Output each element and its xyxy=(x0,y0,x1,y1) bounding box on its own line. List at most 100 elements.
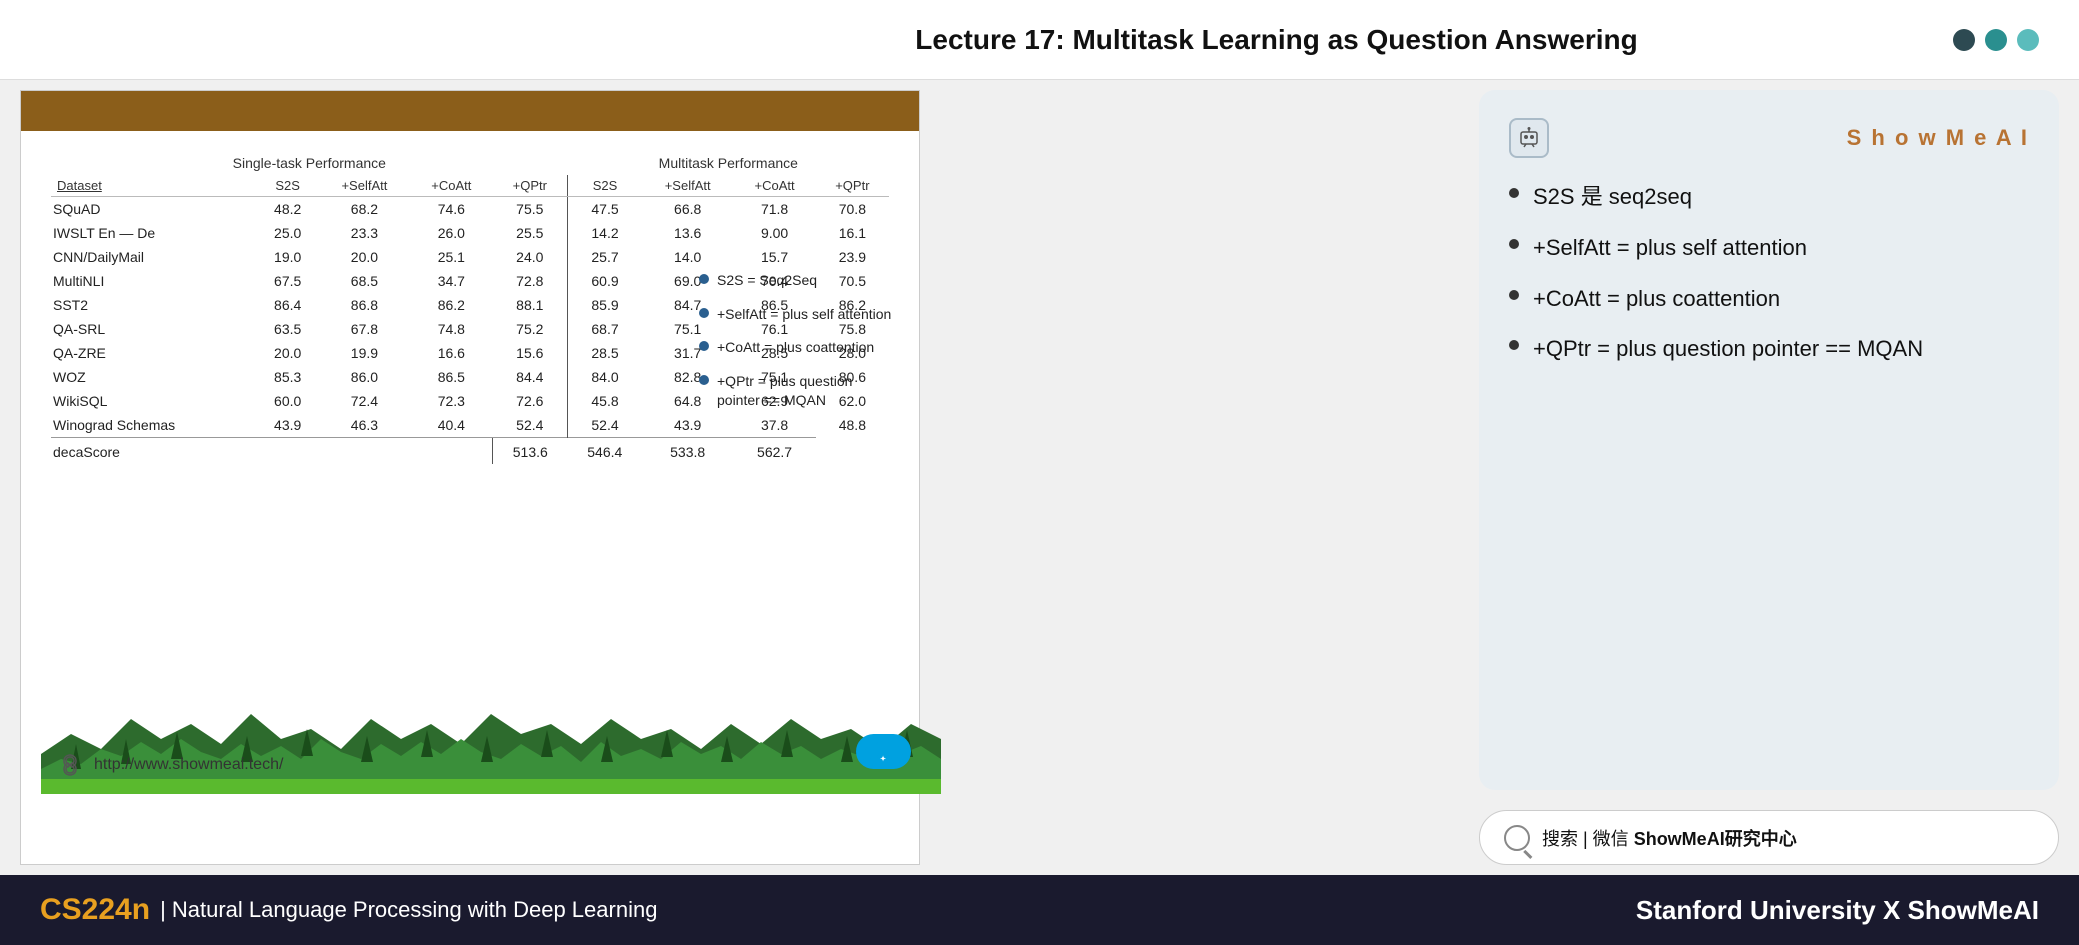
perf-cell: 19.9 xyxy=(319,341,410,365)
link-icon xyxy=(56,751,84,779)
nav-dot-1[interactable] xyxy=(1953,29,1975,51)
robot-icon xyxy=(1517,126,1541,150)
perf-cell: 19.0 xyxy=(257,245,319,269)
perf-cell: 16.1 xyxy=(816,221,889,245)
deca-label: decaScore xyxy=(51,438,492,465)
search-bar[interactable]: 搜索 | 微信 ShowMeAI研究中心 xyxy=(1479,810,2059,865)
legend-item-1: S2S = Seq2Seq xyxy=(699,271,899,291)
perf-cell: 86.5 xyxy=(410,365,492,389)
nav-dot-3[interactable] xyxy=(2017,29,2039,51)
perf-cell: 45.8 xyxy=(568,389,642,413)
col-s2s-1: S2S xyxy=(257,175,319,197)
dataset-name-cell: SST2 xyxy=(51,293,257,317)
perf-cell: 9.00 xyxy=(733,221,815,245)
perf-cell: 23.9 xyxy=(816,245,889,269)
perf-cell: 25.5 xyxy=(492,221,567,245)
perf-cell: 25.0 xyxy=(257,221,319,245)
brand-label: S h o w M e A I xyxy=(1847,125,2029,151)
deca-value: 533.8 xyxy=(642,438,733,465)
footer-left: CS224n | Natural Language Processing wit… xyxy=(40,893,657,927)
bullet-text-2: +SelfAtt = plus self attention xyxy=(1533,233,1807,264)
dataset-name-cell: WOZ xyxy=(51,365,257,389)
col-coatt-1: +CoAtt xyxy=(410,175,492,197)
salesforce-cloud: ✦ xyxy=(856,734,911,769)
perf-cell: 14.0 xyxy=(642,245,733,269)
lecture-title: Lecture 17: Multitask Learning as Questi… xyxy=(315,24,1637,56)
course-name: | Natural Language Processing with Deep … xyxy=(160,897,657,923)
perf-cell: 70.8 xyxy=(816,197,889,222)
perf-cell: 63.5 xyxy=(257,317,319,341)
perf-cell: 86.0 xyxy=(319,365,410,389)
bullet-dot-3 xyxy=(1509,290,1519,300)
legend-bullet-4 xyxy=(699,375,709,385)
url-text: http://www.showmeai.tech/ xyxy=(94,756,283,774)
perf-cell: 75.2 xyxy=(492,317,567,341)
dataset-name-cell: MultiNLI xyxy=(51,269,257,293)
search-text: 搜索 | 微信 ShowMeAI研究中心 xyxy=(1542,825,1797,851)
perf-cell: 26.0 xyxy=(410,221,492,245)
dataset-name-cell: QA-ZRE xyxy=(51,341,257,365)
search-prefix: 搜索 | 微信 xyxy=(1542,829,1634,849)
legend-bullet-3 xyxy=(699,341,709,351)
col-dataset: Dataset xyxy=(51,175,257,197)
right-panel: S h o w M e A I S2S 是 seq2seq +SelfAtt =… xyxy=(1479,90,2059,865)
slide-top-bar xyxy=(21,91,919,131)
perf-cell: 25.7 xyxy=(568,245,642,269)
perf-cell: 75.5 xyxy=(492,197,567,222)
salesforce-logo: ✦ xyxy=(856,734,916,774)
legend-bullet-2 xyxy=(699,308,709,318)
university-name: Stanford University xyxy=(1636,895,1876,925)
perf-cell: 43.9 xyxy=(257,413,319,438)
header: Lecture 17: Multitask Learning as Questi… xyxy=(0,0,2079,80)
bullet-text-1: S2S 是 seq2seq xyxy=(1533,182,1692,213)
dataset-name-cell: IWSLT En — De xyxy=(51,221,257,245)
dataset-name-cell: CNN/DailyMail xyxy=(51,245,257,269)
perf-cell: 34.7 xyxy=(410,269,492,293)
deca-score-row: decaScore513.6546.4533.8562.7 xyxy=(51,438,889,465)
table-row: IWSLT En — De25.023.326.025.514.213.69.0… xyxy=(51,221,889,245)
bullet-text-3: +CoAtt = plus coattention xyxy=(1533,284,1780,315)
dataset-name-cell: QA-SRL xyxy=(51,317,257,341)
col-selfatt-2: +SelfAtt xyxy=(642,175,733,197)
perf-cell: 60.9 xyxy=(568,269,642,293)
perf-cell: 84.0 xyxy=(568,365,642,389)
multitask-header: Multitask Performance xyxy=(568,151,889,175)
perf-cell: 72.4 xyxy=(319,389,410,413)
bullet-dot-4 xyxy=(1509,340,1519,350)
bullet-dot-2 xyxy=(1509,239,1519,249)
legend-item-3: +CoAtt = plus coattention xyxy=(699,338,899,358)
perf-cell: 48.2 xyxy=(257,197,319,222)
search-icon xyxy=(1504,825,1530,851)
col-coatt-2: +CoAtt xyxy=(733,175,815,197)
nav-dot-2[interactable] xyxy=(1985,29,2007,51)
legend-text-3: +CoAtt = plus coattention xyxy=(717,338,874,358)
legend-text-4: +QPtr = plus question pointer == MQAN xyxy=(717,372,899,411)
perf-cell: 52.4 xyxy=(568,413,642,438)
perf-cell: 72.8 xyxy=(492,269,567,293)
legend-text-2: +SelfAtt = plus self attention xyxy=(717,305,891,325)
perf-cell: 86.4 xyxy=(257,293,319,317)
dataset-name-cell: Winograd Schemas xyxy=(51,413,257,438)
perf-cell: 86.2 xyxy=(410,293,492,317)
perf-cell: 66.8 xyxy=(642,197,733,222)
ai-icon xyxy=(1509,118,1549,158)
nav-dots xyxy=(1953,29,2039,51)
deca-value: 513.6 xyxy=(492,438,567,465)
perf-cell: 72.6 xyxy=(492,389,567,413)
course-code: CS224n xyxy=(40,893,150,927)
perf-cell: 46.3 xyxy=(319,413,410,438)
search-brand: ShowMeAI研究中心 xyxy=(1634,829,1797,849)
perf-cell: 15.6 xyxy=(492,341,567,365)
deca-value: 562.7 xyxy=(733,438,815,465)
salesforce-icon: ✦ xyxy=(861,737,906,767)
perf-cell: 60.0 xyxy=(257,389,319,413)
legend-item-4: +QPtr = plus question pointer == MQAN xyxy=(699,372,899,411)
dataset-name-cell: SQuAD xyxy=(51,197,257,222)
col-s2s-2: S2S xyxy=(568,175,642,197)
legend: S2S = Seq2Seq +SelfAtt = plus self atten… xyxy=(699,271,899,425)
perf-cell: 88.1 xyxy=(492,293,567,317)
perf-cell: 68.5 xyxy=(319,269,410,293)
svg-text:✦: ✦ xyxy=(880,755,886,763)
perf-cell: 25.1 xyxy=(410,245,492,269)
perf-cell: 16.6 xyxy=(410,341,492,365)
